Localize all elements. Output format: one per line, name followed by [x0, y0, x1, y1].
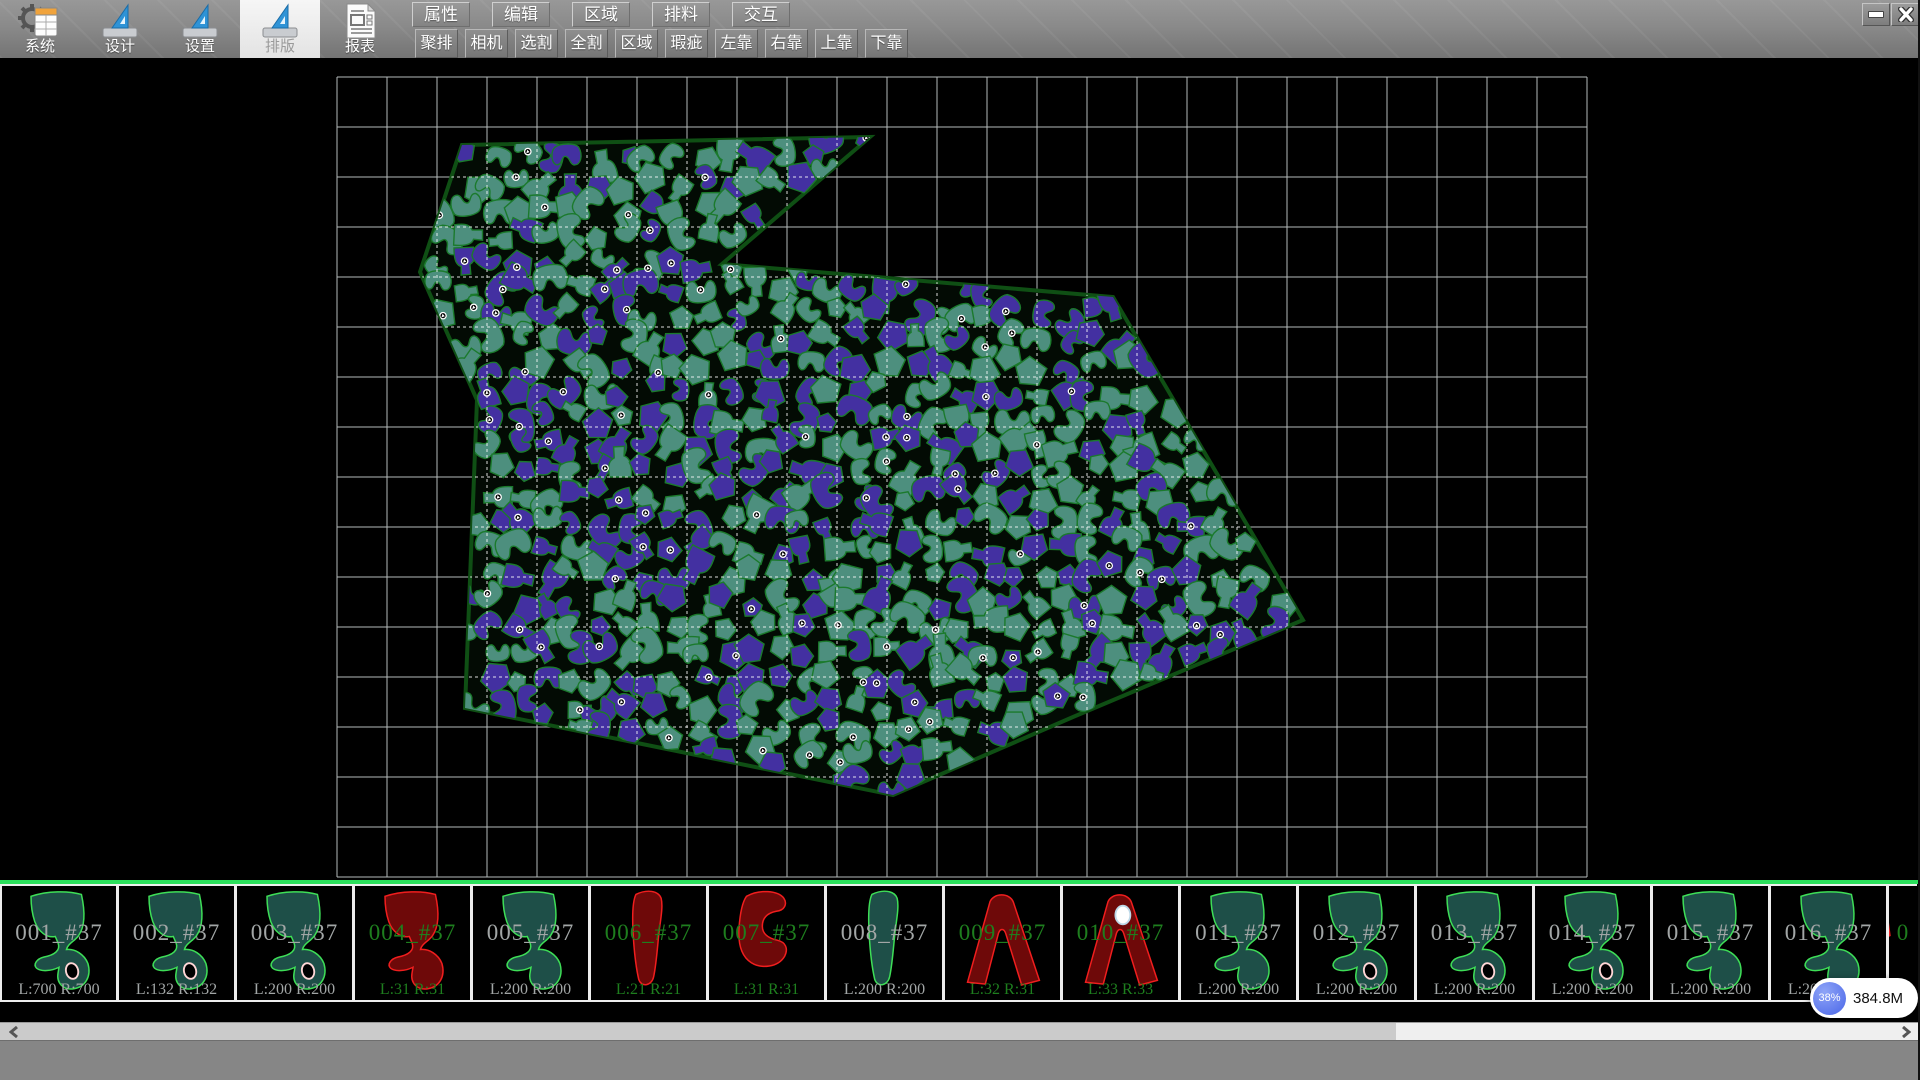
mode-button-report[interactable]: 报表 — [320, 0, 400, 58]
thumbnail-cell[interactable]: 002_#37 L:132 R:132 — [118, 884, 236, 1002]
tool-button-align-right[interactable]: 右靠 — [765, 29, 808, 58]
piece-id-label: 013_#37 — [1417, 920, 1532, 946]
piece-id-label: 015_#37 — [1653, 920, 1768, 946]
thumbnail-cell[interactable]: 004_#37 L:31 R:31 — [354, 884, 472, 1002]
menu-tab-region[interactable]: 区域 — [572, 2, 630, 27]
tool-button-select-cut[interactable]: 选割 — [515, 29, 558, 58]
piece-id-label: 0 — [1889, 920, 1917, 946]
scrollbar-thumb[interactable] — [28, 1023, 1396, 1041]
piece-counts-label: L:200 R:200 — [237, 981, 352, 999]
mode-button-system[interactable]: 系统 — [0, 0, 80, 58]
thumbnail-cell[interactable]: 006_#37 L:21 R:21 — [590, 884, 708, 1002]
piece-counts-label: L:200 R:200 — [1417, 981, 1532, 999]
piece-id-label: 003_#37 — [237, 920, 352, 946]
mode-button-label: 报表 — [320, 35, 400, 56]
piece-id-label: 009_#37 — [945, 920, 1060, 946]
chevron-left-icon — [9, 1026, 19, 1038]
usage-size: 384.8M — [1853, 990, 1903, 1007]
piece-id-label: 005_#37 — [473, 920, 588, 946]
piece-counts-label: L:31 R:31 — [709, 981, 824, 999]
mode-button-label: 设计 — [80, 35, 160, 56]
tool-button-align-bottom[interactable]: 下靠 — [865, 29, 908, 58]
menu-tab-edit[interactable]: 编辑 — [492, 2, 550, 27]
piece-counts-label: L:31 R:31 — [355, 981, 470, 999]
thumbnail-cell[interactable]: 014_#37 L:200 R:200 — [1534, 884, 1652, 1002]
thumbnail-cell[interactable]: 011_#37 L:200 R:200 — [1180, 884, 1298, 1002]
tool-button-cut-all[interactable]: 全割 — [565, 29, 608, 58]
tool-button-cluster-nest[interactable]: 聚排 — [415, 29, 458, 58]
piece-id-label: 011_#37 — [1181, 920, 1296, 946]
title-toolbar: 系统 设计 设置 — [0, 0, 1920, 59]
tool-button-region[interactable]: 区域 — [615, 29, 658, 58]
piece-counts-label: L:21 R:21 — [591, 981, 706, 999]
piece-thumbnail-strip: 001_#37L:700 R:700002_#37L:132 R:132003_… — [0, 880, 1920, 1022]
thumbnail-cell[interactable]: 005_#37 L:200 R:200 — [472, 884, 590, 1002]
menu-tab-interact[interactable]: 交互 — [732, 2, 790, 27]
piece-id-label: 007_#37 — [709, 920, 824, 946]
piece-id-label: 012_#37 — [1299, 920, 1414, 946]
thumbnail-cell[interactable]: 008_#37 L:200 R:200 — [826, 884, 944, 1002]
piece-counts-label: L:200 R:200 — [1181, 981, 1296, 999]
application-window: 系统 设计 设置 — [0, 0, 1920, 1080]
piece-id-label: 004_#37 — [355, 920, 470, 946]
mode-button-settings[interactable]: 设置 — [160, 0, 240, 58]
status-bar — [0, 1040, 1920, 1080]
usage-percent: 38% — [1818, 992, 1840, 1004]
thumbnail-cell[interactable]: 003_#37 L:200 R:200 — [236, 884, 354, 1002]
mode-button-nesting[interactable]: 排版 — [240, 0, 320, 58]
piece-id-label: 014_#37 — [1535, 920, 1650, 946]
piece-counts-label: L:132 R:132 — [119, 981, 234, 999]
piece-counts-label: L:200 R:200 — [1299, 981, 1414, 999]
usage-status-pill[interactable]: 38% 384.8M — [1810, 978, 1918, 1018]
piece-id-label: 010_#37 — [1063, 920, 1178, 946]
piece-id-label: 001_#37 — [2, 920, 116, 946]
tool-button-camera[interactable]: 相机 — [465, 29, 508, 58]
usage-percent-badge: 38% — [1813, 982, 1846, 1015]
piece-counts-label: L:200 R:200 — [827, 981, 942, 999]
piece-counts-label: L:200 R:200 — [473, 981, 588, 999]
close-button[interactable] — [1891, 3, 1920, 26]
tool-button-row: 聚排 相机 选割 全割 区域 瑕疵 左靠 右靠 上靠 下靠 — [415, 29, 908, 58]
mode-button-design[interactable]: 设计 — [80, 0, 160, 58]
thumbnail-cell[interactable]: 015_#37 L:200 R:200 — [1652, 884, 1770, 1002]
nesting-canvas[interactable] — [0, 58, 1920, 880]
piece-counts-label: L:200 R:200 — [1653, 981, 1768, 999]
piece-id-label: 016_#37 — [1771, 920, 1886, 946]
menu-tab-nesting[interactable]: 排料 — [652, 2, 710, 27]
scroll-left-button[interactable] — [0, 1023, 28, 1041]
mode-button-label: 设置 — [160, 35, 240, 56]
thumbnail-cell[interactable]: 012_#37 L:200 R:200 — [1298, 884, 1416, 1002]
thumbnail-cell[interactable]: 010_#37 L:33 R:33 — [1062, 884, 1180, 1002]
menu-tab-properties[interactable]: 属性 — [412, 2, 470, 27]
piece-thumbnail-cells: 001_#37L:700 R:700002_#37L:132 R:132003_… — [0, 884, 1917, 1002]
piece-counts-label: L:200 R:200 — [1535, 981, 1650, 999]
tool-button-align-top[interactable]: 上靠 — [815, 29, 858, 58]
piece-counts-label: L:700 R:700 — [2, 981, 116, 999]
chevron-right-icon — [1901, 1026, 1911, 1038]
minimize-icon — [1868, 11, 1884, 18]
piece-id-label: 008_#37 — [827, 920, 942, 946]
mode-button-label: 系统 — [0, 35, 80, 56]
thumbnail-cell[interactable]: 009_#37 L:32 R:31 — [944, 884, 1062, 1002]
minimize-button[interactable] — [1862, 3, 1890, 26]
thumbnail-cell[interactable]: 007_#37 L:31 R:31 — [708, 884, 826, 1002]
scroll-right-button[interactable] — [1892, 1023, 1920, 1041]
piece-counts-label: L:32 R:31 — [945, 981, 1060, 999]
thumbnail-cell[interactable]: 001_#37 L:700 R:700 — [0, 884, 118, 1002]
horizontal-scrollbar[interactable] — [0, 1022, 1920, 1041]
piece-id-label: 002_#37 — [119, 920, 234, 946]
piece-counts-label: L:33 R:33 — [1063, 981, 1178, 999]
tool-button-defect[interactable]: 瑕疵 — [665, 29, 708, 58]
close-icon — [1898, 7, 1914, 22]
mode-button-label: 排版 — [240, 35, 320, 56]
piece-id-label: 006_#37 — [591, 920, 706, 946]
nested-hide-drawing — [0, 58, 1920, 880]
menu-tab-row: 属性 编辑 区域 排料 交互 — [412, 2, 790, 27]
tool-button-align-left[interactable]: 左靠 — [715, 29, 758, 58]
thumbnail-cell[interactable]: 013_#37 L:200 R:200 — [1416, 884, 1534, 1002]
